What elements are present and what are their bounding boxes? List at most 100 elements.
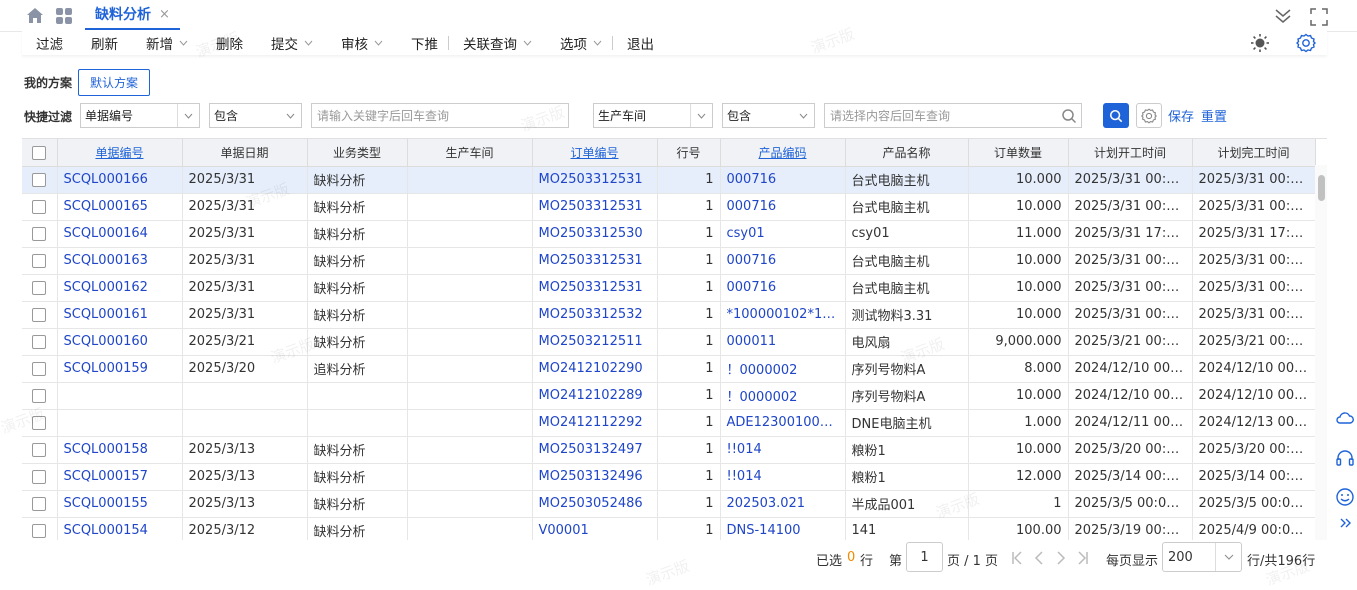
filter-operator-select-1[interactable]: 包含 (209, 103, 302, 128)
cell-bill-no[interactable]: SCQL000160 (57, 328, 183, 356)
cell-order-no[interactable]: MO2503312531 (532, 247, 658, 275)
filter-settings-button[interactable] (1136, 103, 1162, 128)
table-row[interactable]: SCQL000161 2025/3/31 缺料分析 MO2503312532 1 *100… (22, 301, 1316, 329)
row-checkbox[interactable] (22, 490, 58, 518)
content-search-input[interactable]: 请选择内容后回车查询 (824, 103, 1082, 128)
table-row[interactable]: SCQL000164 2025/3/31 缺料分析 MO2503312530 1 csy0… (22, 220, 1316, 248)
table-row[interactable]: SCQL000163 2025/3/31 缺料分析 MO2503312531 1 0007… (22, 247, 1316, 275)
delete-button[interactable]: 删除 (202, 31, 257, 55)
first-page-icon[interactable] (1011, 551, 1023, 565)
save-filter-link[interactable]: 保存 (1168, 106, 1194, 125)
select-all-checkbox[interactable] (22, 139, 58, 167)
collapse-chevrons-icon[interactable] (1274, 8, 1292, 24)
cell-product-code[interactable]: csy01 (720, 220, 846, 248)
cell-bill-no[interactable]: SCQL000166 (57, 166, 183, 194)
row-checkbox[interactable] (22, 166, 58, 194)
cell-order-no[interactable]: MO2503132496 (532, 463, 658, 491)
cell-product-code[interactable]: ！0000002 (720, 355, 846, 383)
expand-right-icon[interactable] (1335, 513, 1355, 533)
cell-order-no[interactable]: MO2503132497 (532, 436, 658, 464)
column-header-product-name[interactable]: 产品名称 (845, 139, 969, 167)
column-header-bill-no[interactable]: 单据编号 (57, 139, 183, 167)
row-checkbox[interactable] (22, 355, 58, 383)
default-scheme-button[interactable]: 默认方案 (78, 68, 151, 96)
cell-order-no[interactable]: MO2412102290 (532, 355, 658, 383)
cell-order-no[interactable]: MO2503312531 (532, 193, 658, 221)
scrollbar-thumb[interactable] (1318, 175, 1325, 201)
filter-operator-select-2[interactable]: 包含 (722, 103, 815, 128)
cell-bill-no[interactable]: SCQL000163 (57, 247, 183, 275)
table-row[interactable]: SCQL000159 2025/3/20 追料分析 MO2412102290 1 ！000… (22, 355, 1316, 383)
column-header-bill-date[interactable]: 单据日期 (182, 139, 308, 167)
column-header-line-no[interactable]: 行号 (657, 139, 721, 167)
row-checkbox[interactable] (22, 193, 58, 221)
search-button[interactable] (1103, 103, 1129, 128)
refresh-button[interactable]: 刷新 (77, 31, 132, 55)
cell-order-no[interactable]: MO2503312530 (532, 220, 658, 248)
related-query-button[interactable]: 关联查询 (449, 31, 546, 55)
row-checkbox[interactable] (22, 382, 58, 410)
column-header-order-no[interactable]: 订单编号 (532, 139, 658, 167)
prev-page-icon[interactable] (1034, 551, 1044, 565)
cell-product-code[interactable]: ！0000002 (720, 382, 846, 410)
cell-product-code[interactable]: !!014 (720, 463, 846, 491)
cell-order-no[interactable]: MO2503312531 (532, 274, 658, 302)
table-row[interactable]: SCQL000155 2025/3/13 缺料分析 MO2503052486 1 2025… (22, 490, 1316, 518)
submit-button[interactable]: 提交 (257, 31, 327, 55)
cell-bill-no[interactable] (57, 409, 183, 437)
smile-feedback-icon[interactable] (1335, 487, 1355, 507)
cell-bill-no[interactable]: SCQL000155 (57, 490, 183, 518)
search-icon[interactable] (1061, 108, 1077, 124)
cell-product-code[interactable]: 000011 (720, 328, 846, 356)
row-checkbox[interactable] (22, 463, 58, 491)
table-row[interactable]: MO2412102289 1 ！0000002 序列号物料A 10.000 2024/12… (22, 382, 1316, 410)
row-checkbox[interactable] (22, 247, 58, 275)
row-checkbox[interactable] (22, 517, 58, 540)
table-row[interactable]: SCQL000160 2025/3/21 缺料分析 MO2503212511 1 0000… (22, 328, 1316, 356)
row-checkbox[interactable] (22, 328, 58, 356)
row-checkbox[interactable] (22, 220, 58, 248)
apps-grid-icon[interactable] (55, 7, 73, 25)
column-header-workshop[interactable]: 生产车间 (407, 139, 533, 167)
home-icon[interactable] (26, 7, 44, 24)
cell-product-code[interactable]: 000716 (720, 166, 846, 194)
table-row[interactable]: SCQL000162 2025/3/31 缺料分析 MO2503312531 1 0007… (22, 274, 1316, 302)
cell-product-code[interactable]: 000716 (720, 193, 846, 221)
cell-product-code[interactable]: ADE123001000001 (720, 409, 846, 437)
headset-icon[interactable] (1335, 448, 1355, 468)
last-page-icon[interactable] (1077, 551, 1089, 565)
reset-filter-link[interactable]: 重置 (1201, 106, 1227, 125)
theme-sun-icon[interactable] (1250, 33, 1270, 53)
table-row[interactable]: MO2412112292 1 ADE123001000001 DNE电脑主机 1.000… (22, 409, 1316, 437)
cell-order-no[interactable]: MO2503212511 (532, 328, 658, 356)
cell-order-no[interactable]: MO2412102289 (532, 382, 658, 410)
next-page-icon[interactable] (1056, 551, 1066, 565)
table-row[interactable]: SCQL000166 2025/3/31 缺料分析 MO2503312531 1 0007… (22, 166, 1316, 194)
cell-product-code[interactable]: DNS-14100 (720, 517, 846, 540)
cell-product-code[interactable]: 202503.021 (720, 490, 846, 518)
new-button[interactable]: 新增 (132, 31, 202, 55)
tab-close-icon[interactable]: × (159, 7, 170, 22)
exit-button[interactable]: 退出 (613, 31, 668, 55)
options-button[interactable]: 选项 (546, 31, 612, 55)
table-row[interactable]: SCQL000157 2025/3/13 缺料分析 MO2503132496 1 !!01… (22, 463, 1316, 491)
cell-bill-no[interactable]: SCQL000161 (57, 301, 183, 329)
push-down-button[interactable]: 下推 (397, 31, 448, 55)
cell-product-code[interactable]: !!014 (720, 436, 846, 464)
settings-gear-icon[interactable] (1296, 33, 1316, 53)
cell-order-no[interactable]: MO2503312531 (532, 166, 658, 194)
cell-order-no[interactable]: MO2503052486 (532, 490, 658, 518)
column-header-plan-start[interactable]: 计划开工时间 (1068, 139, 1193, 167)
column-header-plan-finish[interactable]: 计划完工时间 (1192, 139, 1316, 167)
fullscreen-icon[interactable] (1310, 8, 1328, 26)
cell-bill-no[interactable]: SCQL000158 (57, 436, 183, 464)
cell-bill-no[interactable] (57, 382, 183, 410)
row-checkbox[interactable] (22, 274, 58, 302)
cell-order-no[interactable]: V00001 (532, 517, 658, 540)
audit-button[interactable]: 审核 (327, 31, 397, 55)
cell-bill-no[interactable]: SCQL000154 (57, 517, 183, 540)
cell-product-code[interactable]: *100000102*1000 (720, 301, 846, 329)
page-number-input[interactable]: 1 (906, 542, 943, 572)
cloud-icon[interactable] (1335, 408, 1355, 428)
cell-bill-no[interactable]: SCQL000159 (57, 355, 183, 383)
